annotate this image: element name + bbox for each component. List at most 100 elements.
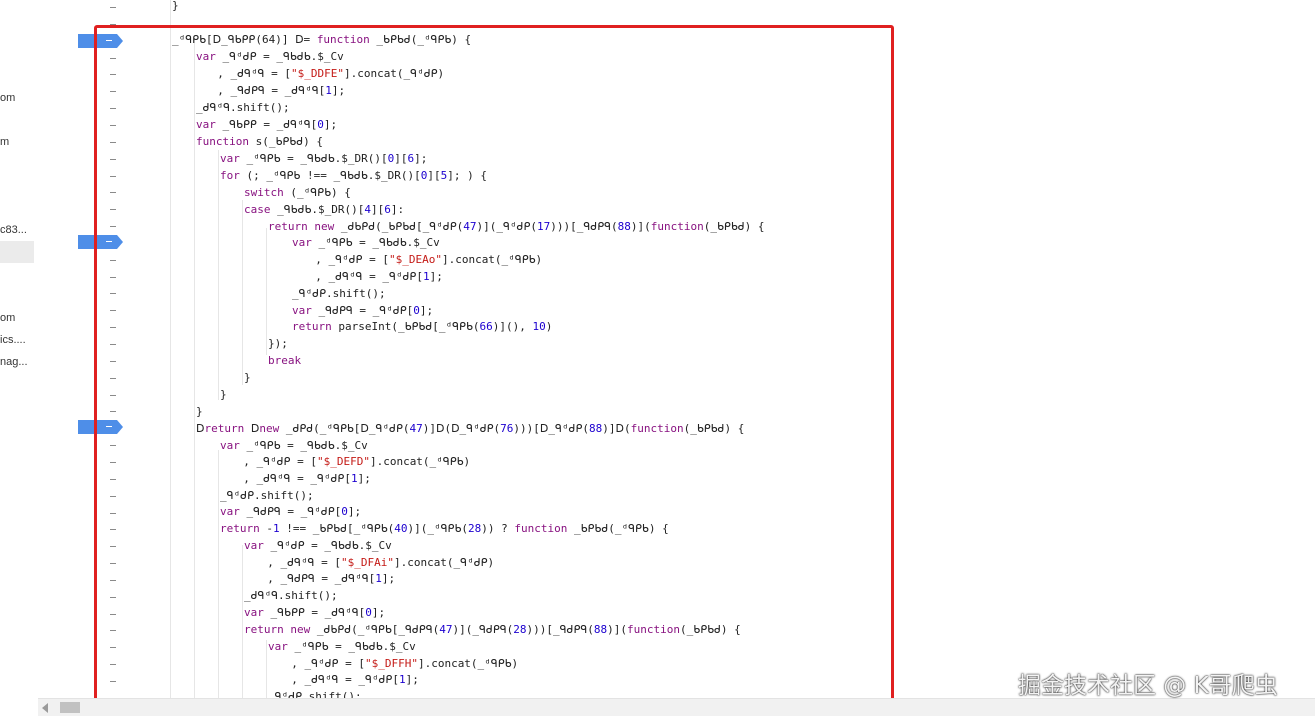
line-number-marker[interactable]	[110, 344, 116, 345]
line-number-marker[interactable]	[110, 226, 116, 227]
line-number-marker[interactable]	[110, 192, 116, 193]
code-token: (_ᵈᑫᑭᑲ) {	[283, 186, 351, 199]
code-token: _ᑫᵈᑯᑭ = _ᑫᑲᑯᑲ.$_Cv	[263, 539, 392, 552]
file-tree-selected-row[interactable]	[0, 241, 34, 263]
line-number-marker[interactable]	[110, 462, 116, 463]
breakpoint-marker[interactable]	[78, 420, 123, 434]
line-number-marker[interactable]	[110, 310, 116, 311]
code-token: )](_ᵈᑫᑭᑲ(	[407, 522, 468, 535]
line-number-marker[interactable]	[110, 7, 116, 8]
line-number-marker[interactable]	[110, 496, 116, 497]
code-token: _ᑯᑫᵈᑫ.shift();	[244, 589, 338, 602]
line-number-marker[interactable]	[110, 378, 116, 379]
line-number-marker[interactable]	[110, 159, 116, 160]
file-tree-item[interactable]: nag...	[0, 356, 28, 368]
line-number-marker[interactable]	[110, 630, 116, 631]
line-number-marker[interactable]	[110, 327, 116, 328]
line-number-marker[interactable]	[110, 91, 116, 92]
line-number-marker[interactable]	[110, 614, 116, 615]
line-number-marker[interactable]	[110, 293, 116, 294]
code-token: )]ᗞ(ᗞ_ᑫᵈᑯᑭ(	[422, 422, 501, 435]
file-tree-item[interactable]: c83...	[0, 224, 27, 236]
line-number-marker[interactable]	[110, 108, 116, 109]
code-token: (; _ᵈᑫᑭᑲ !== _ᑫᑲᑯᑲ.$_DR()[	[239, 169, 421, 182]
line-number-marker[interactable]	[110, 411, 116, 412]
scrollbar-thumb[interactable]	[60, 702, 80, 713]
breakpoint-marker[interactable]	[78, 235, 123, 249]
code-token: 1	[350, 472, 358, 485]
code-line: , _ᑯᑫᵈᑫ = _ᑫᵈᑯᑭ[1];	[278, 671, 419, 688]
code-token: 88	[593, 623, 608, 636]
line-number-marker[interactable]	[110, 445, 116, 446]
line-number-marker[interactable]	[110, 24, 116, 25]
code-token: ];	[405, 673, 419, 686]
code-token: ].concat(_ᵈᑫᑭᑲ)	[417, 657, 519, 670]
breakpoint-marker[interactable]	[78, 34, 123, 48]
code-token: ]:	[390, 203, 405, 216]
line-number-marker[interactable]	[110, 563, 116, 564]
line-number-marker[interactable]	[110, 597, 116, 598]
line-number-marker[interactable]	[110, 681, 116, 682]
code-token: _ᑫᑯᑭᑫ = _ᑫᵈᑯᑭ[	[239, 505, 342, 518]
line-number-marker[interactable]	[110, 142, 116, 143]
code-editor[interactable]: } _ᵈᑫᑭᑲ[ᗞ_ᑫᑲᑭᑭ(64)] ᗞ= function _ᑲᑭᑲᑯ(_ᵈᑫ…	[124, 0, 1315, 698]
code-token: ].concat(_ᵈᑫᑭᑲ)	[369, 455, 471, 468]
code-token: !== _ᑲᑭᑲᑯ[_ᵈᑫᑭᑲ(	[279, 522, 395, 535]
code-token: ].concat(_ᑫᵈᑯᑭ)	[343, 67, 445, 80]
code-line: _ᵈᑫᑭᑲ[ᗞ_ᑫᑲᑭᑭ(64)] ᗞ= function _ᑲᑭᑲᑯ(_ᵈᑫᑭ…	[172, 31, 471, 48]
code-token: var	[292, 304, 312, 317]
code-token: , _ᑯᑫᵈᑫ = [	[204, 67, 291, 80]
line-number-marker[interactable]	[110, 580, 116, 581]
file-tree-item[interactable]: om	[0, 312, 15, 324]
line-number-marker[interactable]	[110, 546, 116, 547]
code-token: _ᑯᑲᑭᑯ(_ᑲᑭᑲᑯ[_ᑫᵈᑯᑭ(	[334, 220, 464, 233]
code-token: , _ᑯᑫᵈᑫ = _ᑫᵈᑯᑭ[	[278, 673, 399, 686]
code-token: var	[220, 152, 240, 165]
line-number-marker[interactable]	[110, 361, 116, 362]
line-number-marker[interactable]	[110, 209, 116, 210]
line-number-marker[interactable]	[110, 74, 116, 75]
code-line: , _ᑯᑫᵈᑫ = ["$_DFAi"].concat(_ᑫᵈᑯᑭ)	[254, 554, 494, 571]
code-line: var _ᵈᑫᑭᑲ = _ᑫᑲᑯᑲ.$_DR()[0][6];	[220, 150, 427, 167]
code-token: function	[650, 220, 704, 233]
line-number-marker[interactable]	[110, 647, 116, 648]
code-token: new	[259, 422, 280, 435]
code-token: )](	[630, 220, 651, 233]
file-tree-item[interactable]: m	[0, 136, 9, 148]
line-number-marker[interactable]	[110, 395, 116, 396]
code-line: }	[220, 386, 227, 403]
code-token: _ᑫᵈᑯᑭ.shift();	[268, 690, 362, 698]
line-number-marker[interactable]	[110, 58, 116, 59]
line-number-marker[interactable]	[110, 176, 116, 177]
code-line: ᗞreturn ᗞnew _ᑯᑭᑯ(_ᵈᑫᑭᑲ[ᗞ_ᑫᵈᑯᑭ(47)]ᗞ(ᗞ_ᑫ…	[196, 420, 744, 437]
line-number-marker[interactable]	[110, 529, 116, 530]
code-token: )](),	[492, 320, 533, 333]
code-token: return	[220, 522, 260, 535]
code-token: _ᑫᑲᑯᑲ.$_DR()[	[270, 203, 365, 216]
code-token: _ᑫᑲᑭᑭ = _ᑯᑫᵈᑫ[	[263, 606, 366, 619]
code-line: , _ᑫᵈᑯᑭ = ["$_DEFD"].concat(_ᵈᑫᑭᑲ)	[230, 453, 470, 470]
code-token: , _ᑫᵈᑯᑭ = [	[278, 657, 365, 670]
line-number-marker[interactable]	[110, 479, 116, 480]
line-number-marker[interactable]	[110, 260, 116, 261]
code-token: 47	[439, 623, 453, 636]
code-token: return	[292, 320, 332, 333]
line-number-marker[interactable]	[110, 513, 116, 514]
code-token: )](_ᑫᵈᑯᑭ(	[476, 220, 537, 233]
line-number-marker[interactable]	[110, 277, 116, 278]
code-token: 17	[537, 220, 551, 233]
horizontal-scrollbar[interactable]	[38, 698, 1315, 716]
code-token: ];	[323, 118, 338, 131]
file-tree-item[interactable]: ics....	[0, 334, 26, 346]
code-line: case _ᑫᑲᑯᑲ.$_DR()[4][6]:	[244, 201, 404, 218]
code-token: 0	[317, 118, 324, 131]
scroll-left-arrow-icon[interactable]	[42, 703, 48, 713]
code-token: "$_DEAo"	[388, 253, 442, 266]
code-token: break	[268, 354, 302, 367]
line-number-marker[interactable]	[110, 125, 116, 126]
line-number-marker[interactable]	[110, 664, 116, 665]
code-line: }	[196, 403, 203, 420]
code-line: });	[268, 335, 288, 352]
file-tree-item[interactable]: om	[0, 92, 15, 104]
code-token: case	[244, 203, 271, 216]
